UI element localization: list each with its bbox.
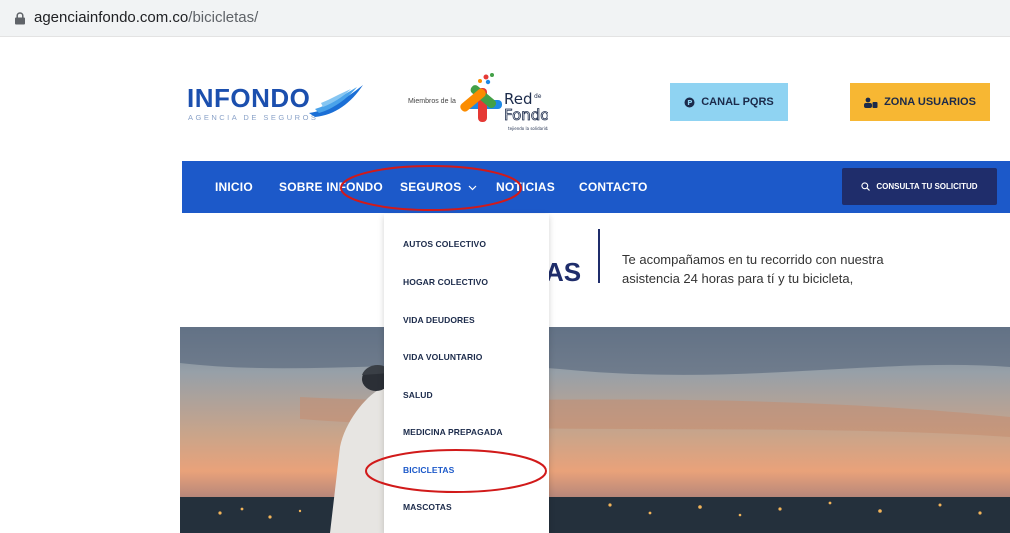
main-navigation: INICIO SOBRE INFONDO SEGUROS NOTICIAS CO…: [182, 161, 1010, 213]
svg-text:Fondos: Fondos: [504, 106, 548, 124]
svg-text:tejiendo la solidaridad: tejiendo la solidaridad: [508, 126, 548, 131]
browser-address-bar[interactable]: agenciainfondo.com.co/bicicletas/: [0, 0, 1010, 37]
svg-text:de: de: [534, 93, 542, 100]
dropdown-item-vida-deudores[interactable]: VIDA DEUDORES: [403, 315, 475, 325]
brand-tagline: AGENCIA DE SEGUROS: [188, 113, 319, 122]
dropdown-item-hogar-colectivo[interactable]: HOGAR COLECTIVO: [403, 277, 488, 287]
dropdown-item-mascotas[interactable]: MASCOTAS: [403, 502, 452, 512]
chevron-down-icon: [468, 185, 477, 191]
nav-item-seguros[interactable]: SEGUROS: [400, 180, 477, 194]
brand-name: INFONDO: [187, 83, 311, 113]
page-title: AS: [545, 257, 582, 287]
svg-text:P: P: [688, 99, 693, 107]
nav-item-contacto[interactable]: CONTACTO: [579, 180, 648, 194]
red-de-fondos-logo[interactable]: Miembros de la Red de Fondos tejiendo la…: [408, 72, 558, 142]
dropdown-item-bicicletas[interactable]: BICICLETAS: [403, 465, 454, 475]
partner-prefix: Miembros de la: [408, 98, 456, 105]
nav-item-inicio[interactable]: INICIO: [215, 180, 253, 194]
zona-usuarios-label: ZONA USUARIOS: [884, 96, 976, 108]
nav-item-sobre-infondo[interactable]: SOBRE INFONDO: [279, 180, 383, 194]
dropdown-item-salud[interactable]: SALUD: [403, 390, 433, 400]
hero-image: [180, 327, 1010, 533]
consulta-solicitud-label: CONSULTA TU SOLICITUD: [876, 182, 978, 191]
canal-pqrs-label: CANAL PQRS: [701, 96, 774, 108]
url-domain: agenciainfondo.com.co: [34, 9, 189, 26]
intro-text: Te acompañamos en tu recorrido con nuest…: [622, 252, 884, 286]
nav-item-noticias[interactable]: NOTICIAS: [496, 180, 555, 194]
canal-pqrs-button[interactable]: P CANAL PQRS: [670, 83, 788, 121]
infondo-logo[interactable]: INFONDO AGENCIA DE SEGUROS: [187, 83, 367, 133]
seguros-dropdown-menu: AUTOS COLECTIVO HOGAR COLECTIVO VIDA DEU…: [384, 214, 549, 533]
red-de-fondos-mark-icon: Red de Fondos tejiendo la solidaridad: [460, 73, 548, 131]
nav-item-seguros-label: SEGUROS: [400, 180, 462, 194]
url-path: /bicicletas/: [188, 9, 259, 26]
search-icon: [861, 182, 871, 191]
dropdown-item-autos-colectivo[interactable]: AUTOS COLECTIVO: [403, 239, 486, 249]
zona-usuarios-button[interactable]: ZONA USUARIOS: [850, 83, 990, 121]
chat-p-icon: P: [684, 97, 695, 107]
dropdown-item-medicina-prepagada[interactable]: MEDICINA PREPAGADA: [403, 427, 503, 437]
users-icon: [864, 97, 878, 108]
dropdown-item-vida-voluntario[interactable]: VIDA VOLUNTARIO: [403, 352, 482, 362]
wing-logo-icon: [309, 85, 363, 117]
title-divider: [598, 229, 600, 283]
lock-icon: [15, 12, 25, 25]
url-text[interactable]: agenciainfondo.com.co/bicicletas/: [34, 9, 258, 26]
consulta-solicitud-button[interactable]: CONSULTA TU SOLICITUD: [842, 168, 997, 205]
hero-scene: [180, 327, 1010, 533]
